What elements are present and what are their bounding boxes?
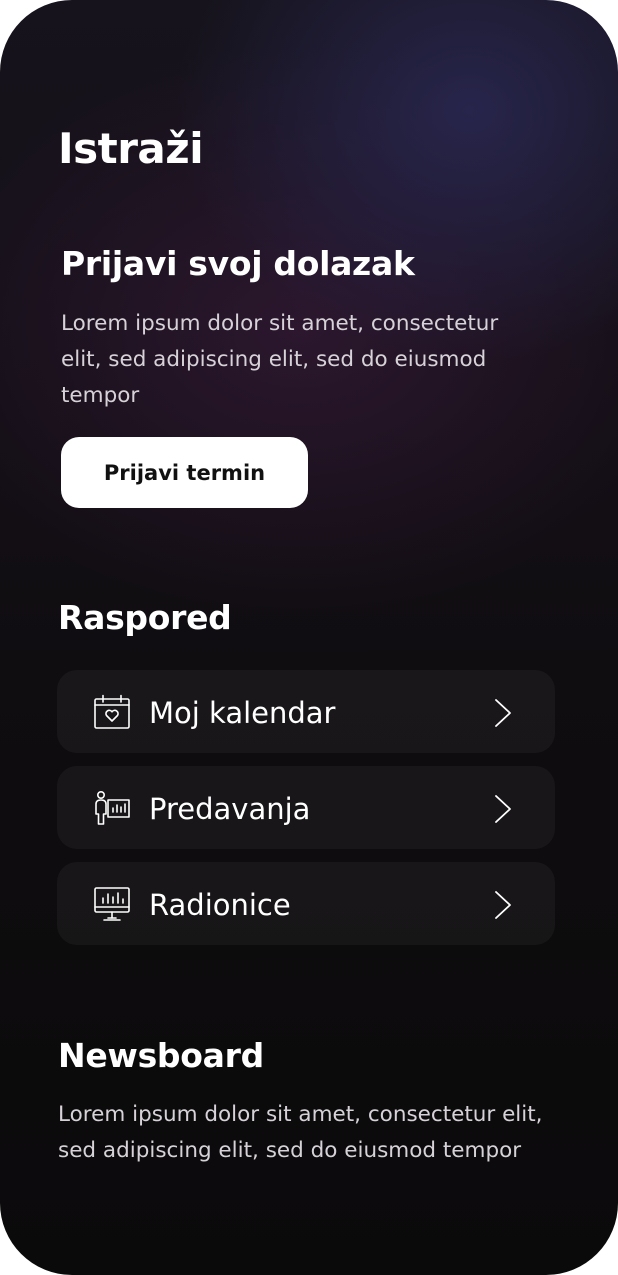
chevron-right-icon — [491, 794, 515, 824]
schedule-title: Raspored — [58, 598, 232, 637]
schedule-item-lectures[interactable]: Predavanja — [57, 766, 555, 849]
chevron-right-icon — [491, 698, 515, 728]
newsboard-description: Lorem ipsum dolor sit amet, consectetur … — [58, 1102, 543, 1163]
workshop-monitor-icon — [93, 886, 131, 924]
schedule-item-workshops[interactable]: Radionice — [57, 862, 555, 945]
checkin-description: Lorem ipsum dolor sit amet, consectetur … — [61, 311, 499, 408]
schedule-item-calendar[interactable]: Moj kalendar — [57, 670, 555, 753]
schedule-item-label: Moj kalendar — [149, 696, 336, 730]
chevron-right-icon — [491, 890, 515, 920]
checkin-title: Prijavi svoj dolazak — [61, 244, 415, 283]
newsboard-title: Newsboard — [58, 1036, 264, 1075]
app-screen: Istraži Prijavi svoj dolazak Lorem ipsum… — [0, 0, 618, 1275]
checkin-button[interactable]: Prijavi termin — [61, 437, 308, 508]
lecture-presenter-icon — [93, 790, 131, 828]
schedule-item-label: Predavanja — [149, 792, 311, 826]
schedule-item-label: Radionice — [149, 888, 291, 922]
calendar-heart-icon — [93, 694, 131, 732]
page-title: Istraži — [58, 124, 204, 173]
schedule-list: Moj kalendar Predavanja Radionice — [57, 670, 555, 958]
